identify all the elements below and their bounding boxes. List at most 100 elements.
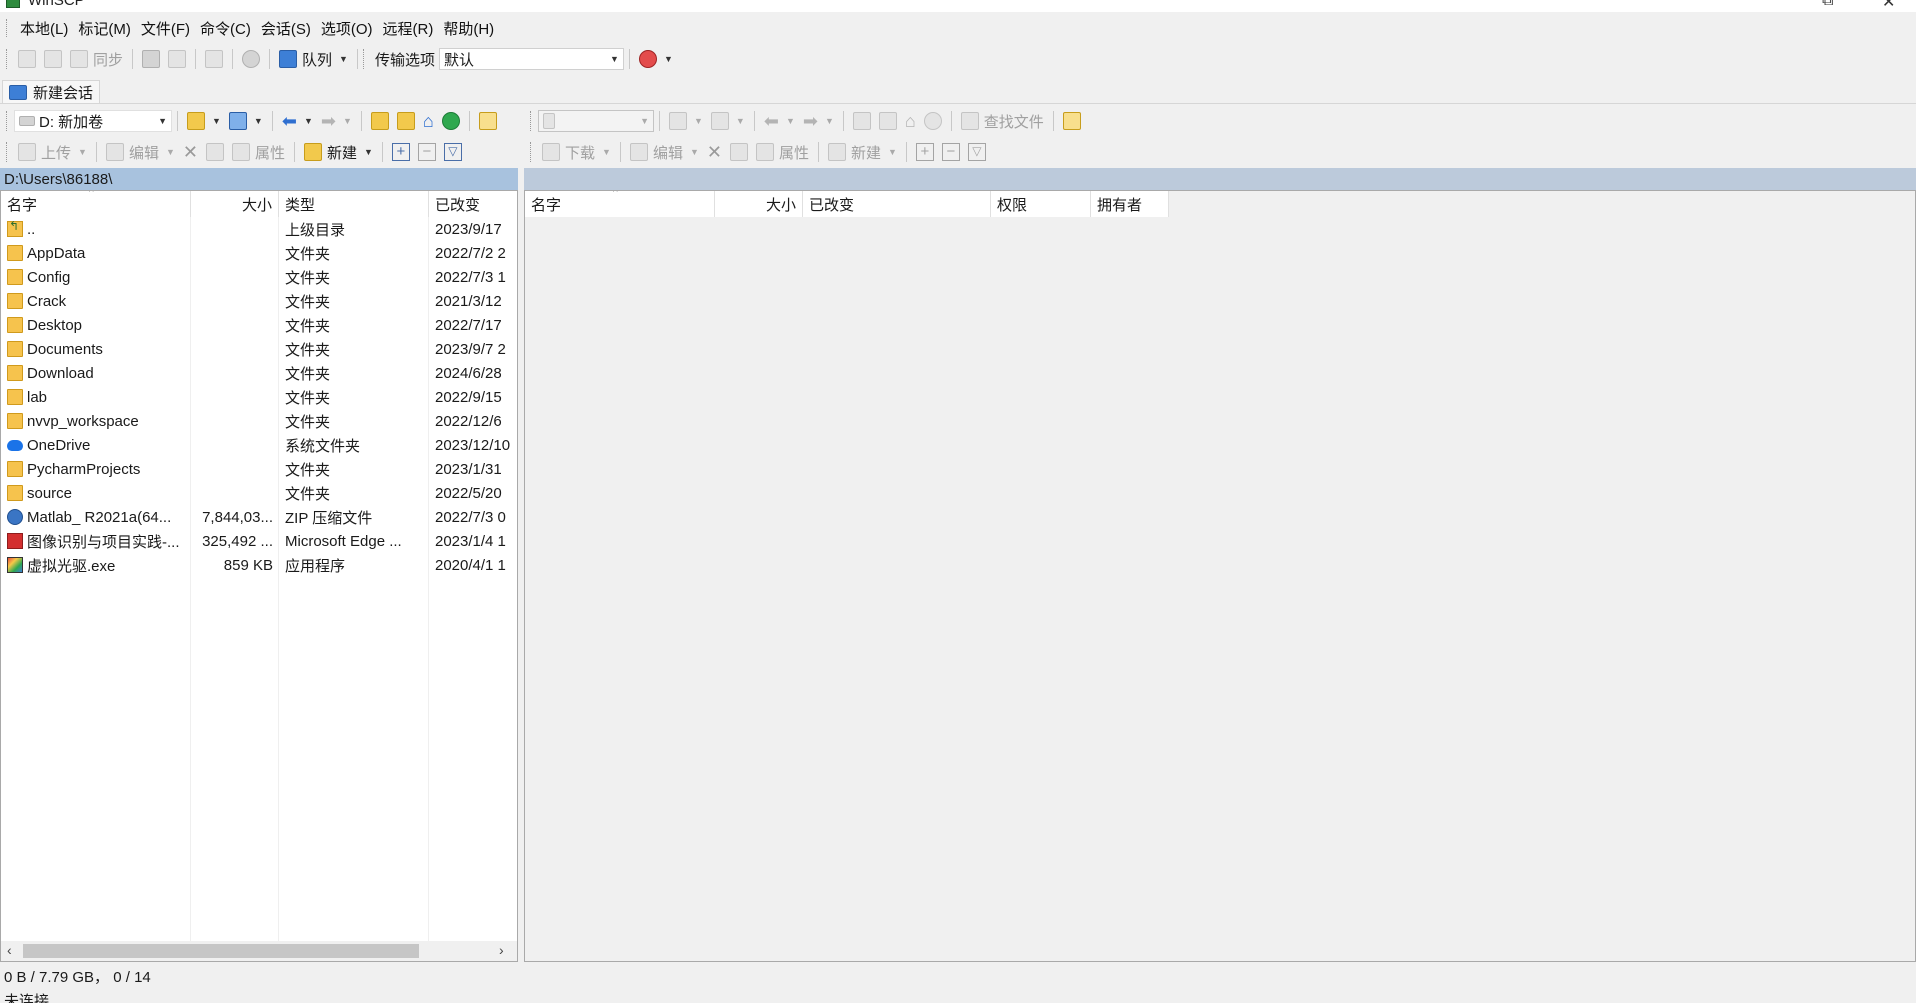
local-delete-button[interactable]: ✕ bbox=[179, 140, 202, 164]
plus-box-icon: + bbox=[391, 143, 410, 161]
file-row[interactable]: 虚拟光驱.exe 859 KB 应用程序 2020/4/1 1 bbox=[1, 553, 517, 577]
remote-col-rights[interactable]: 权限 bbox=[991, 191, 1091, 217]
remote-file-panel[interactable]: 名字 ^ 大小 已改变 权限 拥有者 bbox=[524, 190, 1916, 962]
scroll-left-icon[interactable]: ‹ bbox=[7, 942, 12, 958]
remote-parent-dir-button[interactable] bbox=[849, 109, 875, 133]
local-tree-button[interactable] bbox=[475, 109, 501, 133]
menu-help[interactable]: 帮助(H) bbox=[438, 18, 499, 39]
local-forward-button[interactable]: ➡ ▼ bbox=[317, 109, 356, 133]
remote-refresh-button[interactable] bbox=[920, 109, 946, 133]
local-path-bar[interactable]: D:\Users\86188\ bbox=[0, 168, 518, 190]
menu-session[interactable]: 会话(S) bbox=[256, 18, 316, 39]
menu-local[interactable]: 本地(L) bbox=[15, 18, 73, 39]
remote-filter-button[interactable]: ▼ bbox=[707, 109, 749, 133]
remote-path-bar[interactable] bbox=[524, 168, 1916, 190]
local-horizontal-scrollbar[interactable]: ‹ › bbox=[1, 941, 517, 961]
remote-filter-select-button[interactable]: ▽ bbox=[964, 140, 990, 164]
queue-button[interactable]: 队列 ▼ bbox=[275, 47, 352, 71]
file-row[interactable]: Matlab_ R2021a(64... 7,844,03... ZIP 压缩文件 2… bbox=[1, 505, 517, 529]
remote-root-dir-button[interactable] bbox=[875, 109, 901, 133]
transfer-settings-button[interactable]: ▼ bbox=[635, 47, 677, 71]
menu-commands[interactable]: 命令(C) bbox=[195, 18, 256, 39]
local-file-panel[interactable]: 名字 ^ 大小 类型 已改变 .. 上级目录 2023/9/17 AppData 文件夹… bbox=[0, 190, 518, 962]
file-type: 文件夹 bbox=[285, 389, 331, 407]
chevron-down-icon: ▼ bbox=[735, 116, 745, 126]
remote-new-button[interactable]: 新建 ▼ bbox=[824, 140, 901, 164]
file-row[interactable]: AppData 文件夹 2022/7/2 2 bbox=[1, 241, 517, 265]
local-properties-button[interactable]: 属性 bbox=[228, 140, 289, 164]
file-name-cell: lab bbox=[7, 385, 187, 409]
remote-delete-button[interactable]: ✕ bbox=[703, 140, 726, 164]
find-files-button[interactable]: 查找文件 bbox=[957, 109, 1048, 133]
local-edit-button[interactable]: 编辑 ▼ bbox=[102, 140, 179, 164]
transfer-preset-select[interactable]: 默认 ▼ bbox=[438, 48, 624, 70]
remote-edit-button[interactable]: 编辑 ▼ bbox=[626, 140, 703, 164]
menu-options[interactable]: 选项(O) bbox=[316, 18, 378, 39]
local-root-dir-button[interactable] bbox=[393, 109, 419, 133]
close-button[interactable]: ✕ bbox=[1882, 0, 1895, 12]
chevron-down-icon: ▼ bbox=[165, 147, 175, 157]
compare-dirs-button[interactable] bbox=[14, 47, 40, 71]
session-tab-new[interactable]: 新建会话 bbox=[2, 80, 101, 104]
upload-button[interactable]: 上传 ▼ bbox=[14, 140, 91, 164]
remote-unselect-button[interactable]: − bbox=[938, 140, 964, 164]
local-unselect-button[interactable]: − bbox=[414, 140, 440, 164]
scrollbar-thumb[interactable] bbox=[23, 944, 419, 958]
remote-tree-button[interactable] bbox=[1059, 109, 1085, 133]
file-row[interactable]: .. 上级目录 2023/9/17 bbox=[1, 217, 517, 241]
local-back-button[interactable]: ⬅ ▼ bbox=[278, 109, 317, 133]
scroll-right-icon[interactable]: › bbox=[499, 942, 504, 958]
remote-forward-button[interactable]: ➡ ▼ bbox=[799, 109, 838, 133]
file-row[interactable]: 图像识别与项目实践-... 325,492 ... Microsoft Edge .… bbox=[1, 529, 517, 553]
file-row[interactable]: nvvp_workspace 文件夹 2022/12/6 bbox=[1, 409, 517, 433]
find-files-global-button[interactable] bbox=[201, 47, 227, 71]
file-row[interactable]: source 文件夹 2022/5/20 bbox=[1, 481, 517, 505]
local-col-type[interactable]: 类型 bbox=[279, 191, 429, 217]
menu-files[interactable]: 文件(F) bbox=[136, 18, 195, 39]
remote-col-changed[interactable]: 已改变 bbox=[803, 191, 991, 217]
local-filter-select-button[interactable]: ▽ bbox=[440, 140, 466, 164]
remote-home-button[interactable]: ⌂ bbox=[901, 109, 920, 133]
file-row[interactable]: lab 文件夹 2022/9/15 bbox=[1, 385, 517, 409]
remote-col-size[interactable]: 大小 bbox=[715, 191, 803, 217]
menu-remote[interactable]: 远程(R) bbox=[378, 18, 439, 39]
restore-button[interactable]: ⧉ bbox=[1822, 0, 1833, 10]
console-button[interactable] bbox=[138, 47, 164, 71]
download-button[interactable]: 下载 ▼ bbox=[538, 140, 615, 164]
local-home-button[interactable]: ⌂ bbox=[419, 109, 438, 133]
local-rename-button[interactable] bbox=[202, 140, 228, 164]
remote-back-button[interactable]: ⬅ ▼ bbox=[760, 109, 799, 133]
remote-properties-button[interactable]: 属性 bbox=[752, 140, 813, 164]
file-row[interactable]: PycharmProjects 文件夹 2023/1/31 bbox=[1, 457, 517, 481]
local-select-all-button[interactable]: + bbox=[388, 140, 414, 164]
local-parent-dir-button[interactable] bbox=[367, 109, 393, 133]
sync-button[interactable]: 同步 bbox=[66, 47, 127, 71]
local-col-size[interactable]: 大小 bbox=[191, 191, 279, 217]
file-row[interactable]: OneDrive 系统文件夹 2023/12/10 bbox=[1, 433, 517, 457]
remote-col-owner[interactable]: 拥有者 bbox=[1091, 191, 1169, 217]
local-col-changed[interactable]: 已改变 bbox=[429, 191, 517, 217]
local-filter-button[interactable]: ▼ bbox=[225, 109, 267, 133]
local-col-name[interactable]: 名字 ^ bbox=[1, 191, 191, 217]
remote-dir-select[interactable]: ▼ bbox=[538, 110, 654, 132]
remote-empty-area[interactable] bbox=[525, 217, 1915, 961]
remote-col-name[interactable]: 名字 ^ bbox=[525, 191, 715, 217]
local-open-folder-button[interactable]: ▼ bbox=[183, 109, 225, 133]
local-new-button[interactable]: 新建 ▼ bbox=[300, 140, 377, 164]
local-refresh-button[interactable] bbox=[438, 109, 464, 133]
sort-asc-icon: ^ bbox=[613, 190, 618, 198]
local-drive-select[interactable]: D: 新加卷 ▼ bbox=[14, 110, 172, 132]
preferences-button[interactable] bbox=[238, 47, 264, 71]
file-changed: 2024/6/28 bbox=[435, 364, 502, 382]
sync-browse-button[interactable] bbox=[40, 47, 66, 71]
file-row[interactable]: Documents 文件夹 2023/9/7 2 bbox=[1, 337, 517, 361]
remote-rename-button[interactable] bbox=[726, 140, 752, 164]
file-row[interactable]: Crack 文件夹 2021/3/12 bbox=[1, 289, 517, 313]
putty-button[interactable] bbox=[164, 47, 190, 71]
menu-mark[interactable]: 标记(M) bbox=[73, 18, 136, 39]
file-row[interactable]: Download 文件夹 2024/6/28 bbox=[1, 361, 517, 385]
remote-select-all-button[interactable]: + bbox=[912, 140, 938, 164]
file-row[interactable]: Desktop 文件夹 2022/7/17 bbox=[1, 313, 517, 337]
file-row[interactable]: Config 文件夹 2022/7/3 1 bbox=[1, 265, 517, 289]
remote-open-folder-button[interactable]: ▼ bbox=[665, 109, 707, 133]
